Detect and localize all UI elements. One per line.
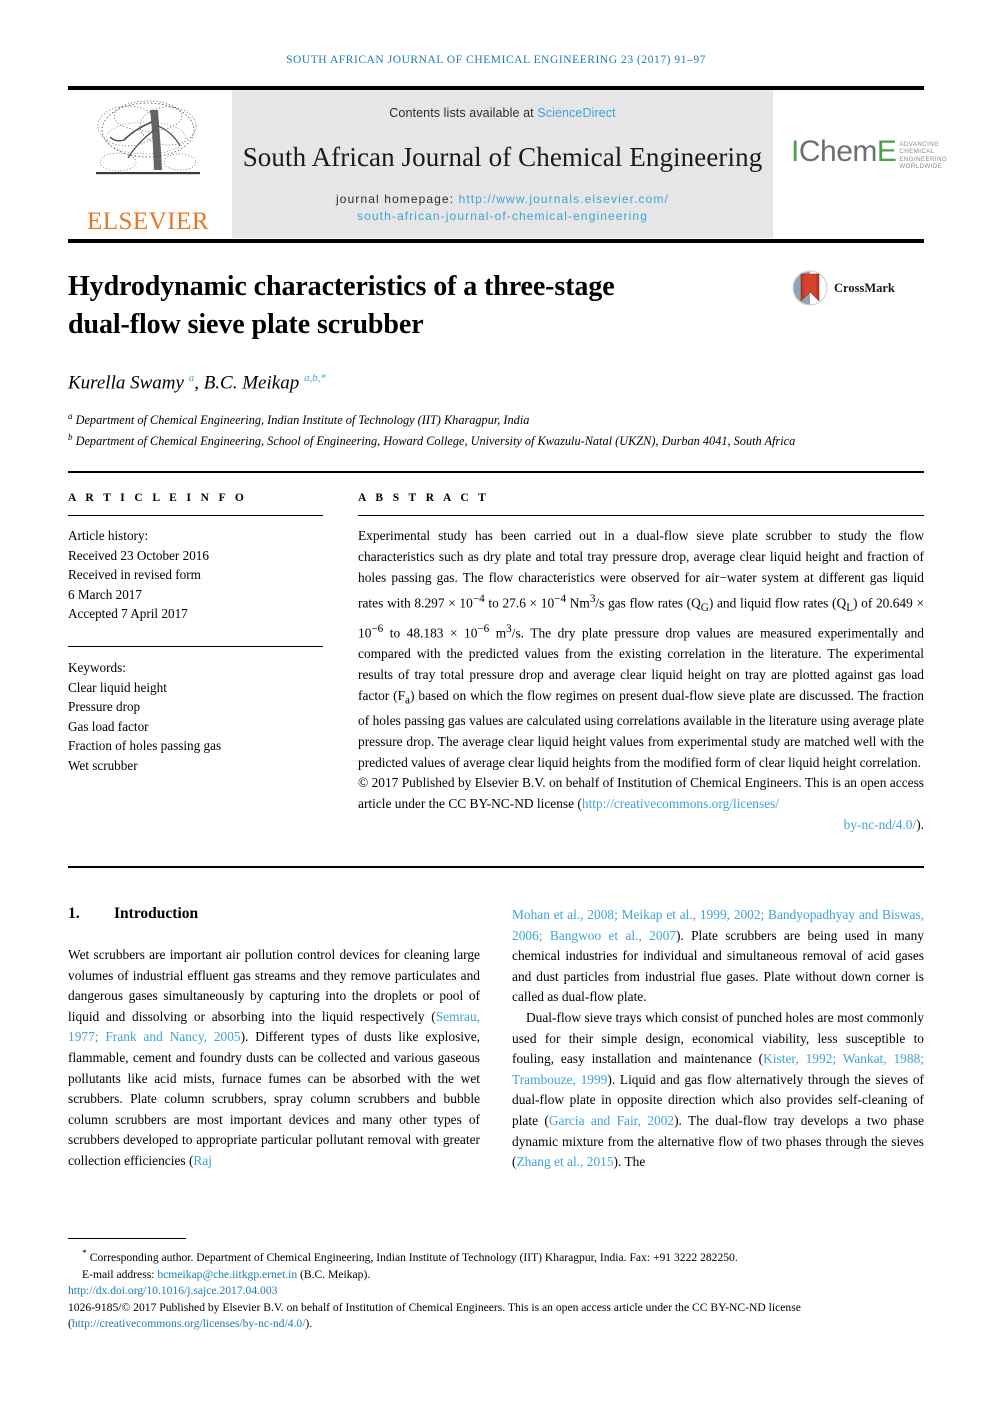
- icheme-wordmark: IChemE: [791, 135, 897, 168]
- body-column-right: Mohan et al., 2008; Meikap et al., 1999,…: [512, 905, 924, 1173]
- icheme-tagline: ADVANCING CHEMICAL ENGINEERING WORLDWIDE: [899, 141, 948, 171]
- history-item: Received in revised form: [68, 567, 201, 583]
- page-footnote: * Corresponding author. Department of Ch…: [68, 1238, 924, 1333]
- keyword-item: Clear liquid height: [68, 679, 167, 695]
- keywords-block: Keywords: Clear liquid height Pressure d…: [68, 658, 323, 775]
- journal-title: South African Journal of Chemical Engine…: [242, 142, 763, 172]
- paragraph: Wet scrubbers are important air pollutio…: [68, 947, 480, 1168]
- homepage-url-part2[interactable]: south-african-journal-of-chemical-engine…: [232, 209, 773, 223]
- license-url-line2[interactable]: by-nc-nd/4.0/: [844, 817, 917, 832]
- history-item: Accepted 7 April 2017: [68, 606, 188, 622]
- intro-right-text: Mohan et al., 2008; Meikap et al., 1999,…: [512, 905, 924, 1173]
- keyword-item: Fraction of holes passing gas: [68, 738, 222, 754]
- affiliation-a: a Department of Chemical Engineering, In…: [68, 411, 530, 428]
- paragraph: Dual-flow sieve trays which consist of p…: [512, 1009, 924, 1170]
- affiliations: a Department of Chemical Engineering, In…: [68, 408, 924, 450]
- title-line-1: Hydrodynamic characteristics of a three-…: [68, 271, 615, 302]
- history-item: Received 23 October 2016: [68, 547, 209, 563]
- keyword-item: Wet scrubber: [68, 757, 138, 773]
- elsevier-tree-icon: [96, 100, 200, 175]
- abstract-body: Experimental study has been carried out …: [358, 526, 924, 835]
- homepage-url-part1[interactable]: http://www.journals.elsevier.com/: [459, 192, 669, 206]
- icheme-logo: IChemE ADVANCING CHEMICAL ENGINEERING WORLD…: [791, 135, 947, 180]
- abstract-divider: [358, 515, 924, 517]
- article-info-divider: [68, 515, 323, 517]
- email-link[interactable]: bcmeikap@che.iitkgp.ernet.in: [157, 1268, 297, 1281]
- doi-link[interactable]: http://dx.doi.org/10.1016/j.sajce.2017.0…: [68, 1284, 277, 1297]
- abstract-heading: A B S T R A C T: [358, 492, 490, 504]
- article-history: Article history: Received 23 October 201…: [68, 526, 323, 624]
- abstract-top-rule: [68, 471, 924, 473]
- crossmark-badge[interactable]: CrossMark: [792, 270, 922, 306]
- abstract-bottom-rule: [68, 866, 924, 868]
- body-columns: 1. Introduction Wet scrubbers are import…: [68, 905, 924, 1225]
- email-note: E-mail address: bcmeikap@che.iitkgp.erne…: [68, 1267, 924, 1284]
- paper-page: SOUTH AFRICAN JOURNAL OF CHEMICAL ENGINE…: [0, 0, 992, 1403]
- footer-license-link[interactable]: http://creativecommons.org/licenses/by-n…: [72, 1317, 306, 1330]
- journal-masthead: ELSEVIER Contents lists available at Sci…: [68, 86, 947, 243]
- page-title: Hydrodynamic characteristics of a three-…: [68, 268, 768, 344]
- paragraph: Mohan et al., 2008; Meikap et al., 1999,…: [512, 907, 924, 1005]
- keyword-item: Pressure drop: [68, 699, 141, 715]
- body-column-left: 1. Introduction Wet scrubbers are import…: [68, 905, 480, 1172]
- homepage-label: journal homepage:: [336, 192, 459, 206]
- keywords-divider: [68, 645, 323, 648]
- copyright-suffix: ).: [916, 817, 924, 833]
- elsevier-wordmark: ELSEVIER: [86, 208, 210, 235]
- license-suffix: ).: [305, 1317, 313, 1331]
- keywords-label: Keywords:: [68, 660, 126, 676]
- footnote-rule: [68, 1238, 186, 1240]
- issn-license-line: 1026-9185/© 2017 Published by Elsevier B…: [68, 1300, 924, 1333]
- crossmark-label: CrossMark: [834, 280, 895, 295]
- elsevier-logo: ELSEVIER: [74, 96, 222, 238]
- running-head: SOUTH AFRICAN JOURNAL OF CHEMICAL ENGINE…: [286, 54, 706, 66]
- license-url-line1[interactable]: http://creativecommons.org/licenses/: [582, 796, 779, 811]
- keyword-item: Gas load factor: [68, 718, 149, 734]
- abstract-copyright: © 2017 Published by Elsevier B.V. on beh…: [358, 773, 924, 835]
- title-block: Hydrodynamic characteristics of a three-…: [68, 268, 924, 451]
- sciencedirect-link[interactable]: ScienceDirect: [537, 106, 615, 120]
- author-list: Kurella Swamy a, B.C. Meikap a,b,*: [68, 372, 326, 394]
- masthead-bottom-rule: [68, 239, 924, 243]
- abstract-paragraph: Experimental study has been carried out …: [358, 528, 925, 770]
- intro-left-text: Wet scrubbers are important air pollutio…: [68, 945, 480, 1172]
- article-info-column: A R T I C L E I N F O Article history: R…: [68, 492, 323, 775]
- crossmark-icon: [792, 270, 828, 306]
- doi-line: http://dx.doi.org/10.1016/j.sajce.2017.0…: [68, 1283, 924, 1300]
- affiliation-b: b Department of Chemical Engineering, Sc…: [68, 432, 796, 449]
- affiliation-a-text: Department of Chemical Engineering, Indi…: [75, 413, 530, 428]
- contents-prefix: Contents lists available at: [389, 106, 538, 120]
- section-title: Introduction: [114, 905, 199, 922]
- title-line-2: dual-flow sieve plate scrubber: [68, 309, 424, 340]
- journal-homepage-line1: journal homepage: http://www.journals.el…: [232, 192, 773, 206]
- abstract-column: A B S T R A C T Experimental study has b…: [358, 492, 924, 836]
- journal-banner: Contents lists available at ScienceDirec…: [232, 90, 773, 238]
- footnote-text: * Corresponding author. Department of Ch…: [68, 1246, 924, 1333]
- affiliation-b-text: Department of Chemical Engineering, Scho…: [75, 434, 796, 449]
- section-heading-introduction: 1. Introduction: [68, 905, 480, 923]
- corresponding-author-note: * Corresponding author. Department of Ch…: [82, 1248, 738, 1265]
- section-number: 1.: [68, 905, 80, 922]
- article-history-label: Article history:: [68, 528, 149, 544]
- article-info-heading: A R T I C L E I N F O: [68, 492, 248, 504]
- history-item: 6 March 2017: [68, 586, 142, 602]
- email-owner: (B.C. Meikap).: [297, 1267, 371, 1281]
- contents-line: Contents lists available at ScienceDirec…: [232, 90, 773, 120]
- email-label: E-mail address:: [82, 1267, 158, 1281]
